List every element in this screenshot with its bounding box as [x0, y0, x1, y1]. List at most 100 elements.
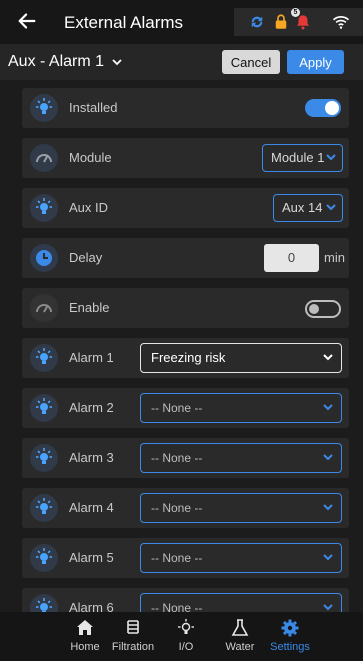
nav-io[interactable]: I/O — [156, 618, 216, 658]
wifi-icon — [332, 16, 350, 29]
alarm-row: Alarm 3 -- None -- — [22, 438, 349, 478]
top-bar: External Alarms 5 — [0, 0, 363, 44]
delay-row: Delay 0 min — [22, 238, 349, 278]
alarm-select-value: -- None -- — [151, 501, 203, 515]
aux-id-row: Aux ID Aux 14 — [22, 188, 349, 228]
alarm-label: Alarm 5 — [69, 550, 114, 565]
cancel-button[interactable]: Cancel — [222, 50, 280, 74]
aux-id-label: Aux ID — [69, 200, 109, 215]
lightbulb-icon — [36, 348, 52, 364]
lightbulb-icon-bg — [30, 94, 58, 122]
installed-toggle[interactable] — [305, 99, 341, 117]
lightbulb-icon-bg — [30, 494, 58, 522]
installed-label: Installed — [69, 100, 118, 115]
chevron-down-icon — [323, 454, 333, 461]
toggle-knob — [325, 101, 339, 115]
lightbulb-icon-bg — [30, 594, 58, 612]
chevron-down-icon — [326, 154, 336, 161]
lightbulb-icon — [36, 198, 52, 214]
nav-filtration[interactable]: Filtration — [103, 618, 163, 658]
status-icons: 5 — [234, 8, 363, 36]
notification-badge: 5 — [291, 8, 300, 17]
toggle-knob — [309, 304, 319, 314]
apply-button[interactable]: Apply — [287, 50, 344, 74]
lightbulb-icon-bg — [30, 394, 58, 422]
alarm-4-select[interactable]: -- None -- — [140, 493, 342, 523]
lightbulb-icon-bg — [30, 194, 58, 222]
enable-row: Enable — [22, 288, 349, 328]
clock-icon-bg — [30, 244, 58, 272]
alarm-select-value: -- None -- — [151, 551, 203, 565]
gauge-icon-bg — [30, 294, 58, 322]
nav-label: Settings — [270, 641, 310, 653]
aux-id-select[interactable]: Aux 14 — [273, 194, 343, 222]
chevron-down-icon — [112, 59, 123, 66]
chevron-down-icon — [323, 404, 333, 411]
enable-label: Enable — [69, 300, 110, 315]
alarm-label: Alarm 2 — [69, 400, 114, 415]
settings-list[interactable]: Installed Module Module 1 Aux ID Aux 14 — [0, 80, 363, 612]
sub-header: Aux - Alarm 1 Cancel Apply — [0, 44, 363, 81]
nav-settings[interactable]: Settings — [260, 618, 320, 658]
alarm-row: Alarm 2 -- None -- — [22, 388, 349, 428]
aux-id-select-value: Aux 14 — [282, 200, 323, 215]
alarm-row: Alarm 4 -- None -- — [22, 488, 349, 528]
installed-row: Installed — [22, 88, 349, 128]
lightbulb-icon-bg — [30, 344, 58, 372]
delay-unit: min — [324, 250, 345, 265]
flask-icon — [231, 619, 249, 636]
module-select-value: Module 1 — [271, 150, 325, 165]
module-label: Module — [69, 150, 112, 165]
module-row: Module Module 1 — [22, 138, 349, 178]
sync-icon[interactable] — [248, 13, 266, 31]
alarm-selector[interactable]: Aux - Alarm 1 — [8, 53, 123, 71]
chevron-down-icon — [323, 554, 333, 561]
alarm-selector-label: Aux - Alarm 1 — [8, 53, 105, 70]
nav-label: I/O — [178, 641, 194, 653]
lightbulb-icon — [36, 398, 52, 414]
gauge-icon — [36, 154, 52, 163]
lightbulb-icon — [178, 619, 194, 634]
filtration-icon — [127, 620, 139, 634]
bottom-nav: Home Filtration I/O Water Settings — [0, 612, 363, 661]
alarm-select-value: -- None -- — [151, 451, 203, 465]
delay-input[interactable]: 0 — [264, 244, 319, 272]
lightbulb-icon — [36, 448, 52, 464]
gear-icon — [281, 619, 299, 637]
alarm-select-value: -- None -- — [151, 401, 203, 415]
alarm-2-select[interactable]: -- None -- — [140, 393, 342, 423]
delay-label: Delay — [69, 250, 103, 265]
lightbulb-icon — [36, 98, 52, 114]
chevron-down-icon — [323, 604, 333, 611]
page-title: External Alarms — [64, 13, 184, 32]
home-icon — [77, 620, 93, 635]
lock-icon[interactable] — [272, 13, 290, 31]
module-select[interactable]: Module 1 — [262, 144, 343, 172]
clock-icon — [36, 250, 52, 266]
back-arrow-icon[interactable] — [16, 10, 38, 32]
lightbulb-icon — [36, 598, 52, 612]
alarm-5-select[interactable]: -- None -- — [140, 543, 342, 573]
lightbulb-icon — [36, 548, 52, 564]
alarm-3-select[interactable]: -- None -- — [140, 443, 342, 473]
alarm-row: Alarm 1 Freezing risk — [22, 338, 349, 378]
gauge-icon-bg — [30, 144, 58, 172]
chevron-down-icon — [326, 204, 336, 211]
lightbulb-icon-bg — [30, 544, 58, 572]
alarm-label: Alarm 4 — [69, 500, 114, 515]
alarm-6-select[interactable]: -- None -- — [140, 593, 342, 612]
alarm-label: Alarm 6 — [69, 600, 114, 612]
alarm-1-select[interactable]: Freezing risk — [140, 343, 342, 373]
alarm-row: Alarm 5 -- None -- — [22, 538, 349, 578]
alarm-label: Alarm 1 — [69, 350, 114, 365]
lightbulb-icon-bg — [30, 444, 58, 472]
chevron-down-icon — [323, 354, 333, 361]
alarm-label: Alarm 3 — [69, 450, 114, 465]
enable-toggle[interactable] — [305, 300, 341, 318]
alarm-select-value: Freezing risk — [151, 350, 226, 365]
alarm-select-value: -- None -- — [151, 601, 203, 612]
nav-label: Filtration — [111, 641, 155, 653]
lightbulb-icon — [36, 498, 52, 514]
gauge-icon — [36, 304, 52, 313]
alarm-row: Alarm 6 -- None -- — [22, 588, 349, 612]
